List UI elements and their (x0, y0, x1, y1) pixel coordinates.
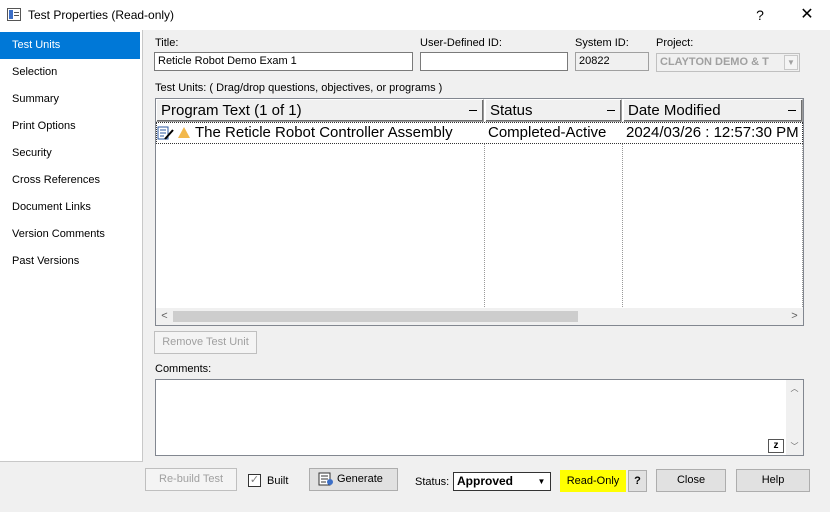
close-window-button[interactable]: ✕ (792, 4, 822, 26)
sidebar-item-security[interactable]: Security (0, 140, 142, 167)
built-checkbox[interactable]: ✓ (248, 474, 261, 487)
help-title-button[interactable]: ? (745, 4, 775, 26)
comments-textarea[interactable]: ︿ ﹀ z (155, 379, 804, 456)
system-id-field: 20822 (575, 52, 649, 71)
built-label: Built (267, 475, 289, 487)
column-header-program-text[interactable]: Program Text (1 of 1) (156, 99, 484, 122)
column-collapse-icon[interactable] (469, 110, 477, 111)
column-collapse-icon[interactable] (607, 110, 615, 111)
system-id-label: System ID: (575, 37, 629, 49)
title-label: Title: (155, 37, 179, 49)
status-value: Approved (457, 474, 514, 488)
horizontal-scrollbar[interactable]: < > (156, 308, 803, 325)
column-header-status[interactable]: Status (485, 99, 622, 122)
column-divider (802, 144, 803, 307)
remove-test-unit-button[interactable]: Remove Test Unit (154, 331, 257, 354)
column-header-label: Date Modified (628, 102, 721, 119)
status-label: Status: (415, 476, 450, 488)
close-button[interactable]: Close (656, 469, 726, 492)
sidebar-item-version-comments[interactable]: Version Comments (0, 221, 142, 248)
project-value: CLAYTON DEMO & T (660, 56, 769, 68)
test-units-label: Test Units: ( Drag/drop questions, objec… (155, 82, 443, 94)
program-edit-icon (157, 125, 175, 141)
scroll-down-icon[interactable]: ﹀ (786, 438, 803, 455)
warning-triangle-icon (178, 127, 190, 139)
read-only-help-button[interactable]: ? (628, 470, 647, 492)
generate-label: Generate (337, 473, 383, 485)
scroll-up-icon[interactable]: ︿ (786, 380, 803, 397)
window-title: Test Properties (Read-only) (28, 8, 175, 22)
scroll-right-icon[interactable]: > (786, 308, 803, 325)
column-collapse-icon[interactable] (788, 110, 796, 111)
sidebar-item-selection[interactable]: Selection (0, 59, 142, 86)
column-header-label: Program Text (1 of 1) (161, 102, 302, 119)
sidebar-item-cross-references[interactable]: Cross References (0, 167, 142, 194)
app-window-icon (7, 8, 21, 21)
help-button[interactable]: Help (736, 469, 810, 492)
vertical-scrollbar[interactable]: ︿ ﹀ (786, 380, 803, 455)
column-divider (622, 144, 623, 307)
status-cell: Completed-Active (488, 124, 607, 141)
generate-button[interactable]: Generate (309, 468, 398, 491)
scrollbar-thumb[interactable] (173, 311, 578, 322)
read-only-badge: Read-Only (560, 470, 626, 492)
table-row[interactable]: The Reticle Robot Controller Assembly Co… (156, 122, 803, 144)
program-text-cell: The Reticle Robot Controller Assembly (195, 124, 453, 141)
column-divider (484, 144, 485, 307)
comments-label: Comments: (155, 363, 212, 375)
sidebar-item-summary[interactable]: Summary (0, 86, 142, 113)
test-units-grid[interactable]: Program Text (1 of 1) Status Date Modifi… (155, 98, 804, 326)
title-input[interactable]: Reticle Robot Demo Exam 1 (154, 52, 413, 71)
sidebar-item-document-links[interactable]: Document Links (0, 194, 142, 221)
chevron-down-icon: ▼ (537, 477, 546, 486)
sidebar-item-past-versions[interactable]: Past Versions (0, 248, 142, 275)
user-defined-id-input[interactable] (420, 52, 568, 71)
column-header-label: Status (490, 102, 533, 119)
sidebar-nav: Test Units Selection Summary Print Optio… (0, 30, 143, 462)
project-label: Project: (656, 37, 694, 49)
title-bar: Test Properties (Read-only) ? ✕ (0, 0, 830, 30)
sidebar-item-test-units[interactable]: Test Units (0, 32, 140, 59)
status-select[interactable]: Approved ▼ (453, 472, 551, 491)
rebuild-test-button[interactable]: Re-build Test (145, 468, 237, 491)
scroll-left-icon[interactable]: < (156, 308, 173, 325)
project-combo: CLAYTON DEMO & T ▼ (656, 53, 800, 72)
column-header-date-modified[interactable]: Date Modified (623, 99, 803, 122)
date-modified-cell: 2024/03/26 : 12:57:30 PM (626, 124, 799, 141)
user-defined-id-label: User-Defined ID: (420, 37, 502, 49)
grid-header: Program Text (1 of 1) Status Date Modifi… (156, 99, 803, 122)
zoom-button[interactable]: z (768, 439, 784, 453)
sidebar-item-print-options[interactable]: Print Options (0, 113, 142, 140)
chevron-down-icon: ▼ (784, 55, 798, 70)
generate-icon (318, 472, 334, 486)
